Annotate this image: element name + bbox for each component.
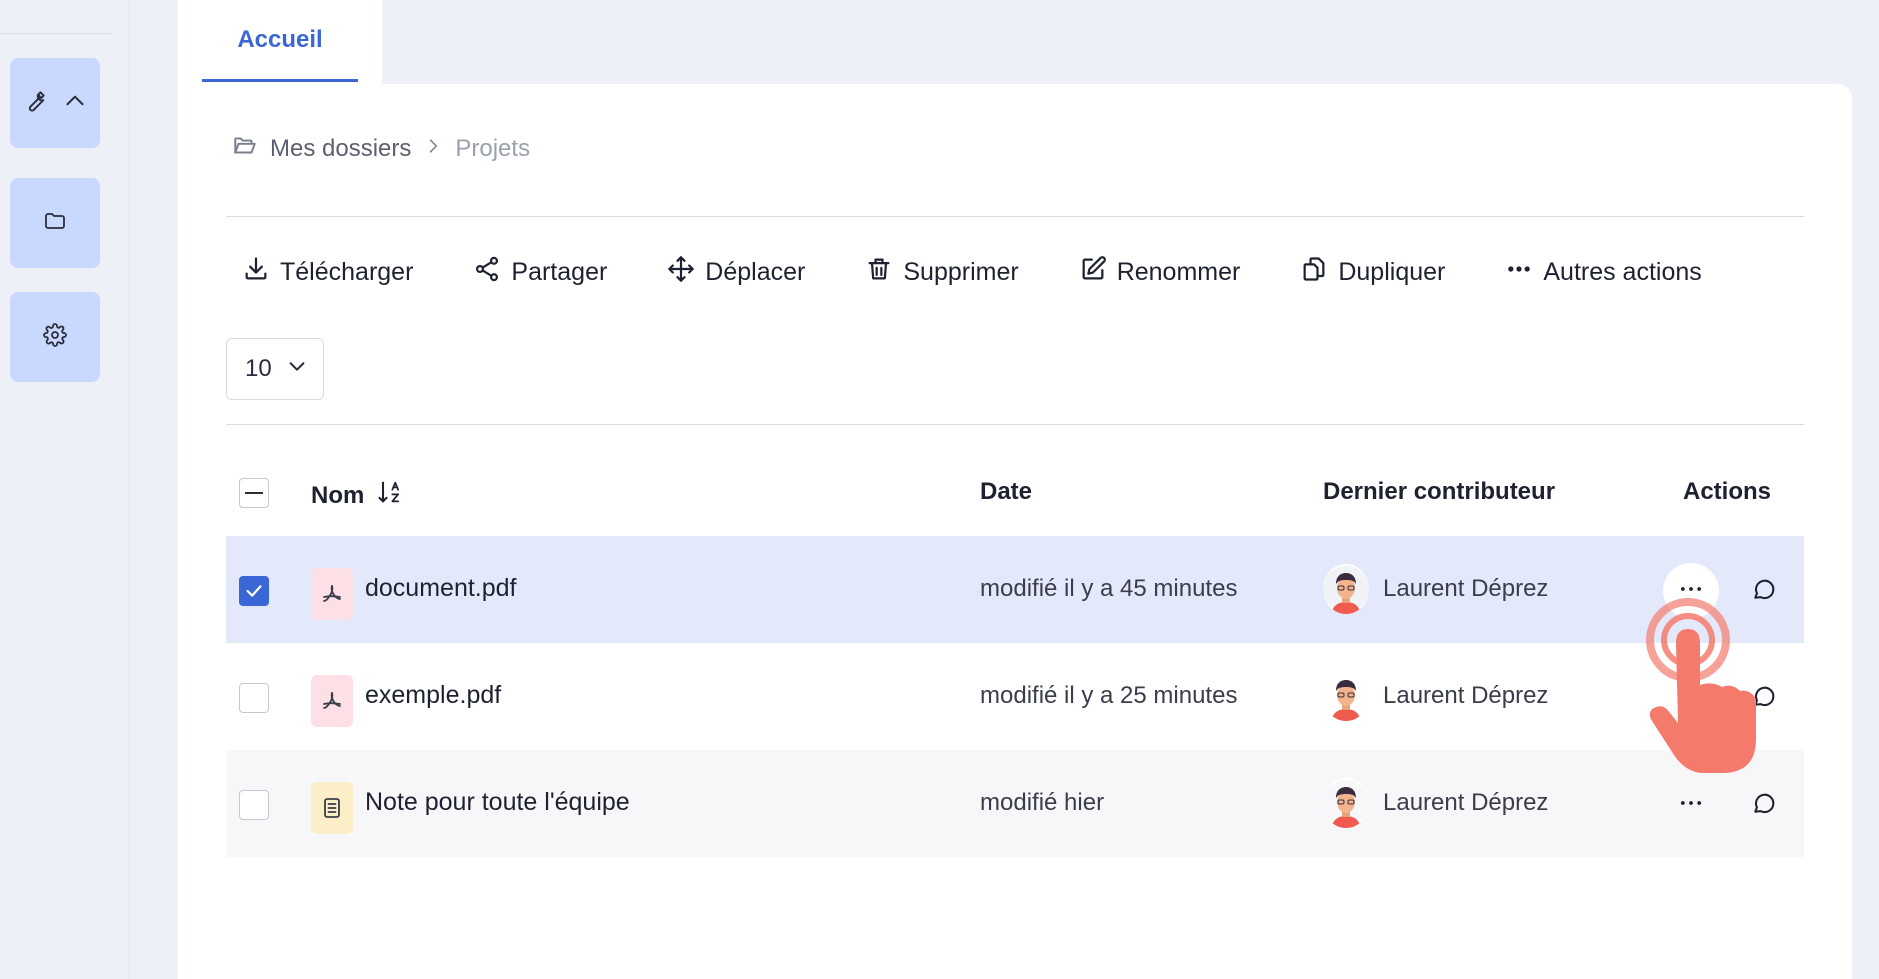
ellipsis-icon (1677, 789, 1705, 822)
pdf-file-icon (311, 675, 353, 727)
column-header-actions: Actions (1683, 478, 1772, 505)
contributor-name: Laurent Déprez (1383, 789, 1549, 816)
tab-label: Accueil (237, 26, 323, 53)
sort-az-icon (376, 478, 404, 513)
row-checkbox[interactable] (239, 683, 269, 713)
app-root: Accueil Mes dossiers Projets Télécharger… (0, 0, 1879, 979)
duplicate-button[interactable]: Dupliquer (1300, 255, 1445, 290)
ellipsis-icon (1677, 682, 1705, 715)
row-checkbox[interactable] (239, 790, 269, 820)
folder-icon (43, 209, 67, 238)
tab-active-indicator (202, 79, 358, 82)
contributor: Laurent Déprez (1323, 671, 1548, 721)
breadcrumb: Mes dossiers Projets (232, 132, 530, 166)
share-label: Partager (511, 257, 608, 286)
chevron-right-icon (423, 135, 443, 163)
folder-open-icon (232, 133, 258, 166)
modified-date: modifié hier (980, 789, 1105, 816)
action-toolbar: Télécharger Partager Déplacer Supprimer … (242, 252, 1702, 292)
modified-date: modifié il y a 25 minutes (980, 682, 1238, 709)
rail-tools-button[interactable] (10, 58, 100, 148)
left-rail (0, 0, 130, 979)
column-header-date[interactable]: Date (980, 478, 1032, 506)
row-checkbox[interactable] (239, 576, 269, 606)
page-size-select[interactable]: 10 (226, 338, 324, 400)
copy-icon (1300, 255, 1328, 290)
comment-icon (1751, 576, 1777, 607)
contributor-name: Laurent Déprez (1383, 682, 1549, 709)
duplicate-label: Dupliquer (1338, 257, 1446, 286)
file-name[interactable]: Note pour toute l'équipe (365, 788, 630, 817)
column-header-name[interactable]: Nom (311, 478, 404, 513)
comment-icon (1751, 683, 1777, 714)
rail-settings-button[interactable] (10, 292, 100, 382)
chevron-down-icon (286, 355, 308, 384)
share-button[interactable]: Partager (473, 255, 607, 290)
move-label: Déplacer (705, 257, 806, 286)
rename-button[interactable]: Renommer (1079, 255, 1241, 290)
delete-label: Supprimer (903, 257, 1019, 286)
modified-date: modifié il y a 45 minutes (980, 575, 1238, 602)
chevron-up-icon (62, 88, 88, 119)
row-more-actions-button[interactable] (1663, 777, 1719, 833)
rail-folders-button[interactable] (10, 178, 100, 268)
contributor-name: Laurent Déprez (1383, 575, 1549, 602)
row-more-actions-button[interactable] (1663, 670, 1719, 726)
note-file-icon (311, 782, 353, 834)
row-more-actions-button[interactable] (1663, 563, 1719, 619)
trash-icon (865, 255, 893, 290)
move-icon (667, 255, 695, 290)
column-name-label: Nom (311, 481, 365, 509)
share-icon (473, 255, 501, 290)
table-row[interactable]: document.pdf modifié il y a 45 minutes L… (226, 536, 1804, 643)
row-comment-button[interactable] (1747, 681, 1781, 715)
breadcrumb-current: Projets (455, 135, 531, 162)
comment-icon (1751, 790, 1777, 821)
edit-icon (1079, 255, 1107, 290)
wrench-icon (22, 88, 48, 119)
contributor: Laurent Déprez (1323, 564, 1548, 614)
row-comment-button[interactable] (1747, 574, 1781, 608)
page-size-value: 10 (245, 355, 272, 382)
breadcrumb-root[interactable]: Mes dossiers (270, 135, 411, 163)
move-button[interactable]: Déplacer (667, 255, 805, 290)
avatar (1323, 778, 1369, 828)
divider-table (226, 424, 1804, 425)
table-row[interactable]: Note pour toute l'équipe modifié hier La… (226, 750, 1804, 857)
more-actions-button[interactable]: Autres actions (1505, 255, 1702, 290)
gear-icon (43, 322, 67, 352)
ellipsis-icon (1505, 255, 1533, 290)
tab-accueil[interactable]: Accueil (178, 0, 382, 84)
divider-top (226, 216, 1804, 217)
select-all-checkbox[interactable] (239, 478, 269, 508)
pdf-file-icon (311, 568, 353, 620)
more-actions-label: Autres actions (1543, 257, 1702, 286)
row-comment-button[interactable] (1747, 788, 1781, 822)
rail-divider (0, 33, 113, 34)
avatar (1323, 564, 1369, 614)
column-header-contributor[interactable]: Dernier contributeur (1323, 478, 1555, 506)
contributor: Laurent Déprez (1323, 778, 1548, 828)
table-header: Nom Date Dernier contributeur Actions (226, 460, 1804, 524)
download-label: Télécharger (280, 257, 414, 286)
ellipsis-icon (1677, 575, 1705, 608)
download-icon (242, 255, 270, 290)
avatar (1323, 671, 1369, 721)
table-row[interactable]: exemple.pdf modifié il y a 25 minutes La… (226, 643, 1804, 750)
delete-button[interactable]: Supprimer (865, 255, 1019, 290)
download-button[interactable]: Télécharger (242, 255, 413, 290)
file-name[interactable]: document.pdf (365, 574, 517, 603)
file-name[interactable]: exemple.pdf (365, 681, 501, 710)
rename-label: Renommer (1116, 257, 1241, 286)
